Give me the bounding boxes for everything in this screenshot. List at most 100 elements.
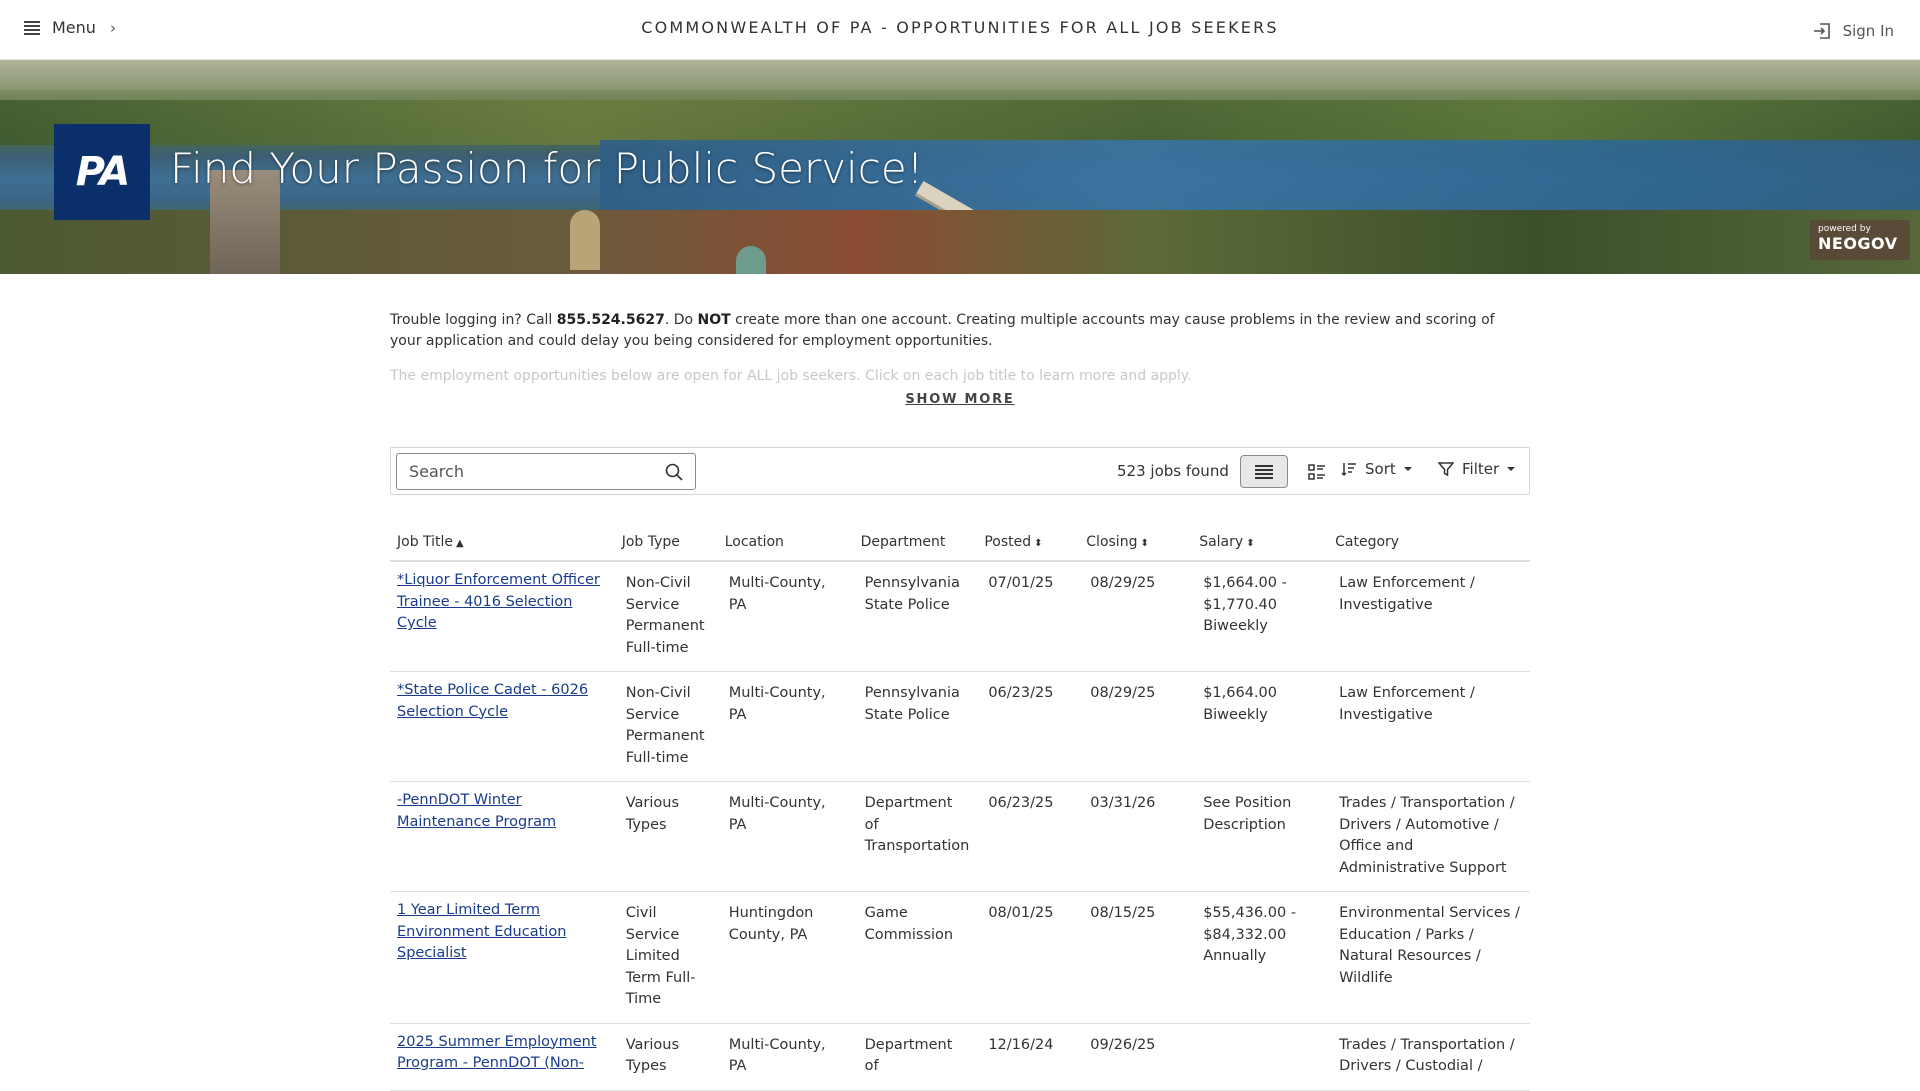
column-label: Department (860, 534, 946, 550)
table-row: 1 Year Limited Term Environment Educatio… (390, 891, 1530, 1024)
job-type-cell: Non-Civil Service Permanent Full-time (614, 671, 718, 782)
category-cell: Environmental Services / Education / Par… (1328, 891, 1530, 1024)
location-cell: Huntingdon County, PA (717, 891, 854, 1024)
column-header-closing[interactable]: Closing ⬍ (1079, 528, 1193, 562)
job-type-cell: Civil Service Limited Term Full-Time (614, 891, 718, 1024)
posted-cell: 07/01/25 (977, 561, 1080, 672)
table-row: *Liquor Enforcement Officer Trainee - 40… (390, 561, 1530, 672)
sign-in-label: Sign In (1842, 22, 1894, 40)
neogov-label: NEOGOV (1818, 234, 1898, 253)
location-cell: Multi-County, PA (717, 561, 854, 672)
closing-cell: 08/29/25 (1079, 671, 1193, 782)
table-header-row: Job Title ▲ Job Type Location Department … (390, 528, 1530, 562)
jobs-toolbar: 523 jobs found Sort Filter (390, 447, 1530, 495)
table-row: -PennDOT Winter Maintenance Program Vari… (390, 781, 1530, 892)
sort-icon (1341, 463, 1356, 477)
hero-banner: PA Find Your Passion for Public Service!… (0, 60, 1920, 274)
column-header-department: Department (853, 528, 978, 562)
list-view-icon (1255, 464, 1273, 479)
column-header-category: Category (1328, 528, 1530, 562)
salary-cell: $55,436.00 - $84,332.00 Annually (1192, 891, 1329, 1024)
posted-cell: 08/01/25 (977, 891, 1080, 1024)
salary-cell: $1,664.00 Biweekly (1192, 671, 1329, 782)
sort-caret-icon (1403, 467, 1412, 471)
top-bar: Menu › COMMONWEALTH OF PA - OPPORTUNITIE… (0, 0, 1920, 60)
sort-label: Sort (1365, 460, 1396, 478)
hero-city (0, 210, 1920, 274)
notice-faded-text: The employment opportunities below are o… (390, 368, 1192, 384)
show-more-link[interactable]: SHOW MORE (0, 392, 1920, 407)
sort-button[interactable]: Sort (1341, 460, 1412, 478)
sign-in-icon (1813, 23, 1830, 39)
salary-cell: $1,664.00 - $1,770.40 Biweekly (1192, 561, 1329, 672)
category-cell: Trades / Transportation / Drivers / Auto… (1328, 781, 1530, 892)
category-cell: Law Enforcement / Investigative (1328, 671, 1530, 782)
location-cell: Multi-County, PA (717, 781, 854, 892)
neogov-badge[interactable]: powered by NEOGOV (1810, 220, 1910, 260)
table-row: *State Police Cadet - 6026 Selection Cyc… (390, 671, 1530, 782)
column-label: Job Type (621, 534, 680, 550)
location-cell: Multi-County, PA (717, 671, 854, 782)
job-type-cell: Non-Civil Service Permanent Full-time (614, 561, 718, 672)
closing-cell: 08/29/25 (1079, 561, 1193, 672)
notice-not: NOT (697, 312, 731, 328)
hero-sky (0, 60, 1920, 90)
notice-phone: 855.524.5627 (556, 312, 665, 328)
department-cell: Game Commission (853, 891, 978, 1024)
column-label: Posted (984, 534, 1032, 550)
department-cell: Pennsylvania State Police (853, 561, 978, 672)
filter-label: Filter (1462, 460, 1500, 478)
search-icon[interactable] (665, 463, 683, 481)
site-title: COMMONWEALTH OF PA - OPPORTUNITIES FOR A… (641, 18, 1279, 37)
job-title-link[interactable]: *State Police Cadet - 6026 Selection Cyc… (397, 682, 588, 720)
jobs-table: Job Title ▲ Job Type Location Department … (390, 528, 1530, 1091)
sort-both-icon: ⬍ (1246, 538, 1255, 549)
job-title-link[interactable]: 2025 Summer Employment Program - PennDOT… (397, 1034, 597, 1072)
category-cell: Law Enforcement / Investigative (1328, 561, 1530, 672)
notice-part1: Trouble logging in? Call (390, 312, 557, 328)
department-cell: Pennsylvania State Police (853, 671, 978, 782)
job-title-link[interactable]: -PennDOT Winter Maintenance Program (397, 792, 556, 830)
sort-both-icon: ⬍ (1140, 538, 1149, 549)
closing-cell: 03/31/26 (1079, 781, 1193, 892)
job-type-cell: Various Types (614, 781, 718, 892)
column-label: Salary (1199, 534, 1244, 550)
pa-logo: PA (54, 124, 150, 220)
posted-cell: 06/23/25 (977, 671, 1080, 782)
salary-cell: See Position Description (1192, 781, 1329, 892)
pa-logo-text: PA (75, 149, 131, 195)
department-cell: Department of Transportation (853, 781, 978, 892)
login-notice: Trouble logging in? Call 855.524.5627. D… (390, 310, 1530, 352)
sort-both-icon: ⬍ (1034, 538, 1043, 549)
hero-dome (570, 210, 600, 270)
card-view-button[interactable] (1293, 455, 1341, 488)
hero-title: Find Your Passion for Public Service! (170, 144, 924, 193)
column-header-location: Location (717, 528, 854, 562)
closing-cell: 08/15/25 (1079, 891, 1193, 1024)
card-view-icon (1308, 463, 1325, 480)
powered-by-label: powered by (1818, 224, 1871, 234)
search-input[interactable] (397, 454, 647, 489)
column-header-job-type: Job Type (614, 528, 718, 562)
job-title-link[interactable]: *Liquor Enforcement Officer Trainee - 40… (397, 572, 600, 631)
jobs-found-count: 523 jobs found (1117, 462, 1229, 480)
filter-caret-icon (1507, 467, 1516, 471)
notice-part2: . Do (664, 312, 698, 328)
hero-dome-small (736, 246, 766, 274)
column-label: Job Title (397, 534, 454, 550)
sort-asc-icon: ▲ (456, 538, 464, 549)
filter-icon (1438, 462, 1454, 477)
filter-button[interactable]: Filter (1438, 460, 1516, 478)
search-box (396, 453, 696, 490)
list-view-button[interactable] (1240, 455, 1288, 488)
posted-cell: 06/23/25 (977, 781, 1080, 892)
job-title-link[interactable]: 1 Year Limited Term Environment Educatio… (397, 902, 566, 961)
sign-in-button[interactable]: Sign In (1813, 22, 1894, 40)
column-header-job-title[interactable]: Job Title ▲ (390, 528, 615, 562)
column-header-salary[interactable]: Salary ⬍ (1192, 528, 1329, 562)
hero-trees (0, 100, 1920, 145)
column-label: Closing (1086, 534, 1138, 550)
column-label: Category (1335, 534, 1400, 550)
column-header-posted[interactable]: Posted ⬍ (977, 528, 1080, 562)
column-label: Location (724, 534, 784, 550)
